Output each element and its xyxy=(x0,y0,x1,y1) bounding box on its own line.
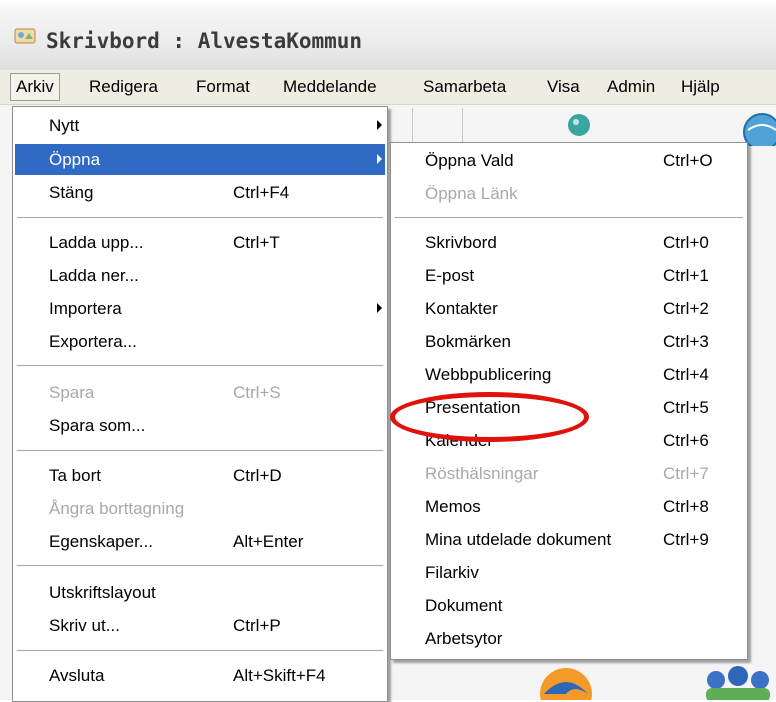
menu-meddelande[interactable]: Meddelande xyxy=(278,74,382,100)
menu-item-stang[interactable]: Stäng Ctrl+F4 xyxy=(15,177,385,208)
menu-samarbeta[interactable]: Samarbeta xyxy=(418,74,511,100)
menu-visa[interactable]: Visa xyxy=(542,74,585,100)
submenu-item-oppna-vald[interactable]: Öppna Vald Ctrl+O xyxy=(393,145,745,176)
menu-item-oppna[interactable]: Öppna xyxy=(15,144,385,175)
menu-hjalp[interactable]: Hjälp xyxy=(676,74,725,100)
submenu-item-e-post[interactable]: E-post Ctrl+1 xyxy=(393,260,745,291)
annotation-ellipse xyxy=(390,392,589,442)
submenu-item-rosthalsningar[interactable]: Rösthälsningar Ctrl+7 xyxy=(393,458,745,489)
menu-item-spara-som[interactable]: Spara som... xyxy=(15,410,385,441)
people-group-icon xyxy=(706,666,770,700)
menu-item-exportera[interactable]: Exportera... xyxy=(15,326,385,357)
submenu-item-webbpublicering[interactable]: Webbpublicering Ctrl+4 xyxy=(393,359,745,390)
window-title: Skrivbord : AlvestaKommun xyxy=(46,29,363,53)
menu-separator xyxy=(17,450,383,451)
submenu-item-skrivbord[interactable]: Skrivbord Ctrl+0 xyxy=(393,227,745,258)
title-bar: Skrivbord : AlvestaKommun xyxy=(0,0,776,70)
submenu-item-arbetsytor[interactable]: Arbetsytor xyxy=(393,623,745,654)
menu-item-egenskaper[interactable]: Egenskaper... Alt+Enter xyxy=(15,526,385,557)
menu-item-nytt[interactable]: Nytt xyxy=(15,110,385,141)
globe-icon xyxy=(743,113,776,146)
menu-separator xyxy=(17,565,383,566)
menu-item-ladda-ner[interactable]: Ladda ner... xyxy=(15,260,385,291)
firefox-icon xyxy=(540,668,592,700)
menu-separator xyxy=(395,217,743,218)
menu-format[interactable]: Format xyxy=(191,74,255,100)
submenu-item-mina-utdelade-dokument[interactable]: Mina utdelade dokument Ctrl+9 xyxy=(393,524,745,555)
menu-redigera[interactable]: Redigera xyxy=(84,74,163,100)
menu-item-ta-bort[interactable]: Ta bort Ctrl+D xyxy=(15,460,385,491)
menu-item-angra-borttagning[interactable]: Ångra borttagning xyxy=(15,493,385,524)
desktop-icon xyxy=(14,28,36,44)
submenu-item-oppna-lank[interactable]: Öppna Länk xyxy=(393,178,745,209)
menu-separator xyxy=(17,365,383,366)
submenu-item-bokmarken[interactable]: Bokmärken Ctrl+3 xyxy=(393,326,745,357)
menu-separator xyxy=(17,217,383,218)
contact-person-icon xyxy=(568,114,590,136)
submenu-arrow-icon xyxy=(377,120,382,130)
submenu-arrow-icon xyxy=(377,303,382,313)
menu-item-importera[interactable]: Importera xyxy=(15,293,385,324)
menu-separator xyxy=(17,650,383,651)
menu-arkiv[interactable]: Arkiv xyxy=(10,73,60,101)
arkiv-menu: Nytt Öppna Stäng Ctrl+F4 Ladda upp... Ct… xyxy=(12,106,388,702)
menu-item-ladda-upp[interactable]: Ladda upp... Ctrl+T xyxy=(15,227,385,258)
submenu-item-dokument[interactable]: Dokument xyxy=(393,590,745,621)
menu-item-avsluta[interactable]: Avsluta Alt+Skift+F4 xyxy=(15,660,385,691)
menu-item-skriv-ut[interactable]: Skriv ut... Ctrl+P xyxy=(15,610,385,641)
menu-item-spara[interactable]: Spara Ctrl+S xyxy=(15,377,385,408)
menu-admin[interactable]: Admin xyxy=(602,74,660,100)
submenu-item-kontakter[interactable]: Kontakter Ctrl+2 xyxy=(393,293,745,324)
submenu-arrow-icon xyxy=(377,154,382,164)
submenu-item-filarkiv[interactable]: Filarkiv xyxy=(393,557,745,588)
submenu-item-memos[interactable]: Memos Ctrl+8 xyxy=(393,491,745,522)
menu-bar: Arkiv Redigera Format Meddelande Samarbe… xyxy=(0,70,776,105)
menu-item-utskriftslayout[interactable]: Utskriftslayout xyxy=(15,577,385,608)
